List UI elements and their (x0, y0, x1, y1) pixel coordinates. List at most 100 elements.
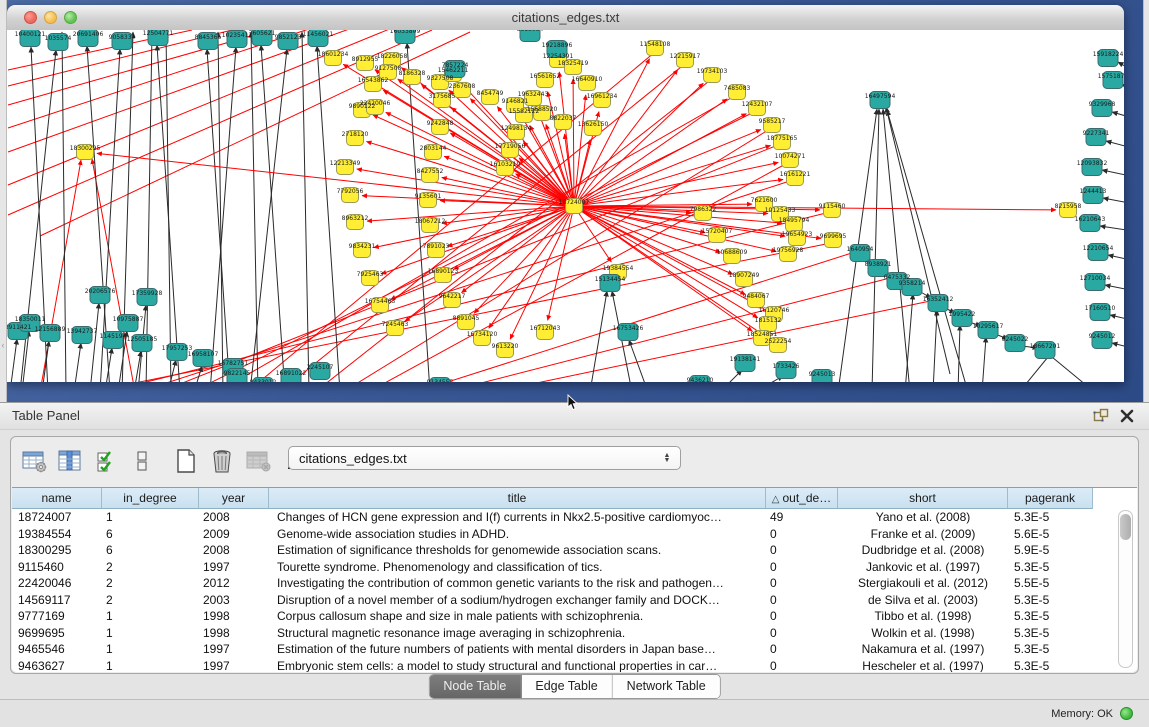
column-header-year[interactable]: year (199, 488, 269, 509)
delete-column-button[interactable] (207, 446, 237, 476)
new-table-button[interactable] (171, 446, 201, 476)
graph-node-label: 9227341 (1083, 130, 1110, 137)
float-panel-icon[interactable] (1093, 408, 1109, 424)
column-header-name[interactable]: name (12, 488, 102, 509)
graph-node-label: 9327508 (427, 75, 454, 82)
table-header-row: namein_degreeyeartitle△out_de…shortpager… (12, 488, 1137, 509)
cell-title: Embryonic stem cells: a model to study s… (269, 658, 766, 673)
table-settings-button[interactable] (19, 446, 49, 476)
table-row[interactable]: 1456911722003Disruption of a novel membe… (12, 592, 1137, 609)
graph-node-label: 16033809 (390, 30, 421, 35)
memory-status-indicator[interactable] (1120, 707, 1133, 720)
graph-node-label: 7245463 (382, 321, 409, 328)
cell-year: 2009 (199, 526, 269, 543)
cell-in_degree: 6 (102, 542, 199, 559)
table-row[interactable]: 977716911998Corpus callosum shape and si… (12, 608, 1137, 625)
tab-node-table[interactable]: Node Table (429, 675, 521, 698)
cell-short: Nakamura et al. (1997) (838, 641, 1008, 658)
graph-edge (1112, 343, 1124, 350)
graph-node-label: 7621600 (751, 197, 778, 204)
table-panel-title: Table Panel (12, 403, 80, 429)
table-row[interactable]: 2242004622012Investigating the contribut… (12, 575, 1137, 592)
node-table[interactable]: namein_degreeyeartitle△out_de…shortpager… (12, 487, 1137, 672)
graph-node-label: 22420046 (360, 100, 391, 107)
cell-name: 9777169 (12, 608, 102, 625)
graph-node-label: 8186328 (399, 70, 426, 77)
cell-year: 1998 (199, 625, 269, 642)
graph-node-label: 17160510 (1085, 305, 1116, 312)
graph-node-label: 1035574 (45, 35, 72, 42)
delete-table-icon (245, 449, 271, 473)
column-header-pagerank[interactable]: pagerank (1008, 488, 1093, 509)
table-settings-icon (21, 449, 47, 473)
graph-node-label: 2245107 (307, 364, 334, 371)
cell-title: Corpus callosum shape and size in male p… (269, 608, 766, 625)
table-row[interactable]: 946362711997Embryonic stem cells: a mode… (12, 658, 1137, 673)
column-header-out_de[interactable]: △out_de… (766, 488, 838, 509)
graph-node-label: 9058334 (109, 34, 136, 41)
cell-short: Yano et al. (2008) (838, 509, 1008, 526)
cell-pagerank: 5.3E-5 (1008, 625, 1093, 642)
graph-node-label: 9642217 (439, 293, 466, 300)
table-row[interactable]: 1830029562008Estimation of significance … (12, 542, 1137, 559)
scrollbar-thumb[interactable] (1120, 514, 1131, 540)
cell-name: 9699695 (12, 625, 102, 642)
graph-node-label: 10125433 (765, 207, 796, 214)
table-selector-dropdown[interactable]: citations_edges.txt ▲▼ (288, 446, 681, 470)
select-all-button[interactable] (91, 446, 121, 476)
graph-node-label: 19756928 (773, 247, 804, 254)
graph-node-label: 10400121 (15, 31, 46, 38)
table-row[interactable]: 946554611997Estimation of the future num… (12, 641, 1137, 658)
graph-node-label: 18524851 (747, 331, 778, 338)
cell-in_degree: 1 (102, 509, 199, 526)
graph-node-label: 7605621 (249, 30, 276, 37)
graph-node-label: 2522254 (765, 338, 792, 345)
tab-network-table[interactable]: Network Table (613, 675, 720, 698)
graph-node-label: 19138141 (730, 356, 761, 363)
toggle-rows-button[interactable] (127, 446, 157, 476)
table-body: 1872400712008Changes of HCN gene express… (12, 509, 1137, 672)
graph-node-label: 9115460 (819, 203, 846, 210)
close-panel-icon[interactable] (1119, 408, 1135, 424)
graph-node-label: 2718120 (342, 131, 369, 138)
network-view-window[interactable]: citations_edges.txt 18724007183002951860… (7, 5, 1124, 382)
graph-node-label: 9613220 (492, 343, 519, 350)
graph-edge (250, 49, 287, 382)
cell-title: Changes of HCN gene expression and I(f) … (269, 509, 766, 526)
column-header-short[interactable]: short (838, 488, 1008, 509)
cell-short: Franke et al. (2009) (838, 526, 1008, 543)
network-window-titlebar[interactable]: citations_edges.txt (7, 5, 1124, 31)
table-row[interactable]: 969969511998Structural magnetic resonanc… (12, 625, 1137, 642)
graph-node-label: 17719056 (495, 143, 526, 150)
graph-node-label: 16712043 (530, 325, 561, 332)
cell-in_degree: 1 (102, 608, 199, 625)
cell-name: 22420046 (12, 575, 102, 592)
collapsed-panel-handle-icon[interactable]: ‹ (0, 338, 6, 352)
graph-edge (367, 206, 574, 221)
cell-in_degree: 2 (102, 559, 199, 576)
graph-node-label: 8963212 (342, 215, 369, 222)
cell-in_degree: 2 (102, 575, 199, 592)
table-vertical-scrollbar[interactable] (1118, 510, 1133, 668)
table-selector-value: citations_edges.txt (289, 451, 658, 466)
cell-name: 18300295 (12, 542, 102, 559)
table-row[interactable]: 1938455462009Genome-wide association stu… (12, 526, 1137, 543)
graph-node-label: 1995422 (949, 311, 976, 318)
show-columns-button[interactable] (55, 446, 85, 476)
table-container: f (x) citations_edges.txt ▲▼ namein_degr… (10, 436, 1139, 674)
cell-pagerank: 5.3E-5 (1008, 509, 1093, 526)
network-canvas[interactable]: 1872400718300295186012348912955182260589… (7, 30, 1124, 382)
column-header-in_degree[interactable]: in_degree (102, 488, 199, 509)
graph-node-label: 7792056 (337, 188, 364, 195)
column-header-title[interactable]: title (269, 488, 766, 509)
citation-graph[interactable]: 1872400718300295186012348912955182260589… (7, 30, 1124, 382)
graph-node-label: 8427552 (417, 168, 444, 175)
table-row[interactable]: 911546021997Tourette syndrome. Phenomeno… (12, 559, 1137, 576)
cell-pagerank: 5.6E-5 (1008, 526, 1093, 543)
graph-node-label: 16561652 (530, 73, 561, 80)
graph-node-label: 9146821 (502, 98, 529, 105)
graph-node-label: 16754463 (365, 298, 396, 305)
table-row[interactable]: 1872400712008Changes of HCN gene express… (12, 509, 1137, 526)
graph-node-label: 9585217 (759, 118, 786, 125)
tab-edge-table[interactable]: Edge Table (521, 675, 612, 698)
